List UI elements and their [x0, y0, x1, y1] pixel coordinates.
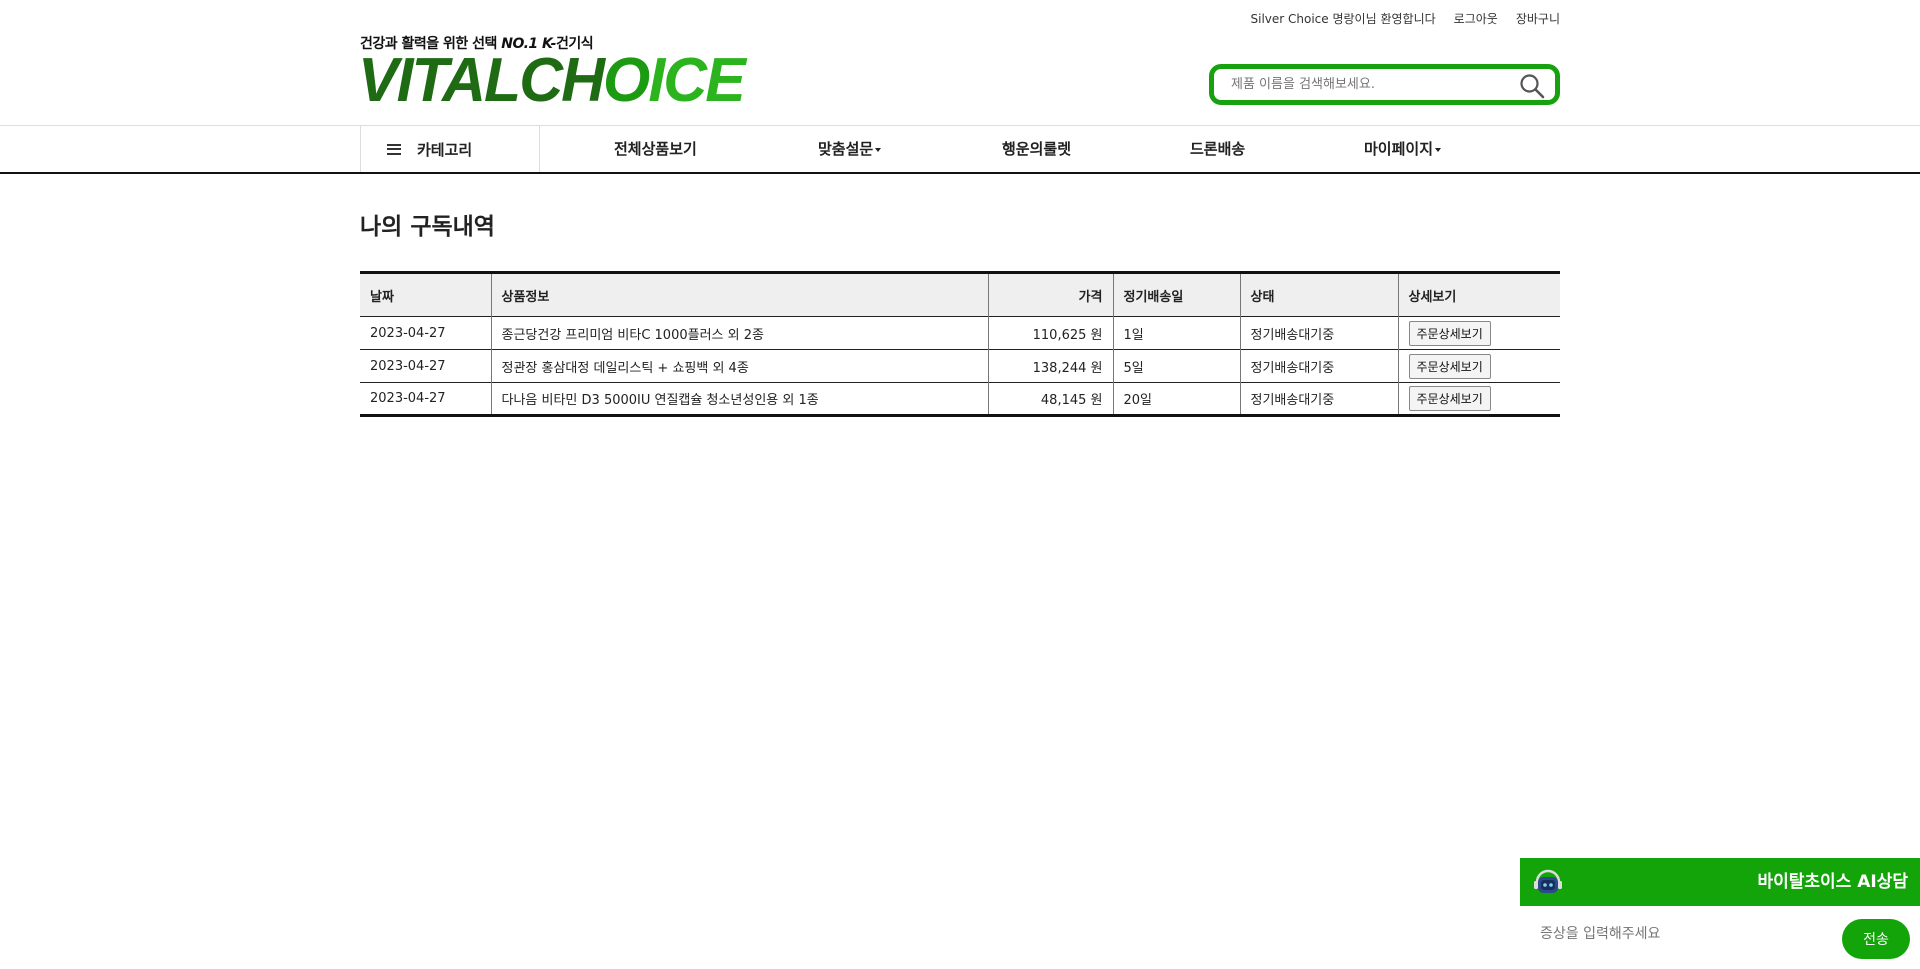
category-label: 카테고리 [417, 140, 473, 159]
search-box [1209, 64, 1560, 105]
subscription-table: 날짜 상품정보 가격 정기배송일 상태 상세보기 2023-04-27 종근당건… [360, 271, 1560, 417]
cell-delivery-day: 20일 [1113, 382, 1241, 416]
cell-delivery-day: 1일 [1113, 316, 1241, 350]
chatbot-icon [1534, 869, 1562, 893]
cell-status: 정기배송대기중 [1240, 349, 1399, 383]
category-button[interactable]: 카테고리 [360, 126, 540, 172]
chat-title: 바이탈초이스 AI상담 [1757, 872, 1908, 892]
order-detail-button[interactable]: 주문상세보기 [1408, 353, 1491, 379]
logo-leaf-o: O [603, 46, 650, 115]
header-delivery-day: 정기배송일 [1113, 272, 1241, 317]
nav-divider-bottom [0, 172, 1920, 174]
cell-product: 다나음 비타민 D3 5000IU 연질캡슐 청소년성인용 외 1종 [491, 382, 989, 416]
cell-date: 2023-04-27 [360, 316, 492, 350]
table-row: 2023-04-27 다나음 비타민 D3 5000IU 연질캡슐 청소년성인용… [360, 382, 1560, 416]
cell-date: 2023-04-27 [360, 349, 492, 383]
nav-roulette[interactable]: 행운의룰렛 [1002, 126, 1071, 172]
logout-link[interactable]: 로그아웃 [1454, 10, 1498, 27]
caret-down-icon [1435, 147, 1442, 152]
caret-down-icon [875, 147, 882, 152]
utility-links: Silver Choice 명랑이님 환영합니다 로그아웃 장바구니 [1251, 10, 1561, 27]
ai-chat-header[interactable]: 바이탈초이스 AI상담 [1520, 858, 1920, 906]
order-detail-button[interactable]: 주문상세보기 [1408, 386, 1491, 411]
header-price: 가격 [988, 272, 1114, 317]
main-nav: 카테고리 전체상품보기 맞춤설문 행운의룰렛 드론배송 마이페이지 [360, 126, 1560, 172]
cell-detail: 주문상세보기 [1398, 383, 1560, 416]
order-detail-button[interactable]: 주문상세보기 [1408, 320, 1491, 346]
cell-status: 정기배송대기중 [1240, 316, 1399, 350]
cell-date: 2023-04-27 [360, 382, 492, 416]
logo-part3: ICE [648, 46, 745, 115]
table-header-row: 날짜 상품정보 가격 정기배송일 상태 상세보기 [360, 272, 1560, 317]
nav-all-products[interactable]: 전체상품보기 [614, 126, 697, 172]
header-product: 상품정보 [491, 272, 989, 317]
table-row: 2023-04-27 종근당건강 프리미엄 비타C 1000플러스 외 2종 1… [360, 316, 1560, 350]
nav-survey[interactable]: 맞춤설문 [818, 126, 882, 172]
cell-detail: 주문상세보기 [1398, 350, 1560, 383]
logo[interactable]: VITALCHOICE [358, 50, 746, 112]
cell-price: 48,145 원 [988, 382, 1114, 416]
logo-part1: VITALCH [358, 46, 605, 115]
header-status: 상태 [1240, 272, 1399, 317]
cell-product: 종근당건강 프리미엄 비타C 1000플러스 외 2종 [491, 316, 989, 350]
cell-detail: 주문상세보기 [1398, 317, 1560, 350]
cell-delivery-day: 5일 [1113, 349, 1241, 383]
nav-drone-delivery[interactable]: 드론배송 [1190, 126, 1245, 172]
search-input[interactable] [1214, 77, 1504, 92]
cell-status: 정기배송대기중 [1240, 382, 1399, 416]
symptom-input[interactable] [1540, 926, 1820, 942]
page-title: 나의 구독내역 [360, 214, 495, 240]
table-row: 2023-04-27 정관장 홍삼대정 데일리스틱 + 쇼핑백 외 4종 138… [360, 349, 1560, 383]
cell-price: 110,625 원 [988, 316, 1114, 350]
cell-price: 138,244 원 [988, 349, 1114, 383]
header-detail: 상세보기 [1408, 289, 1457, 305]
welcome-text: Silver Choice 명랑이님 환영합니다 [1250, 12, 1436, 26]
cart-link[interactable]: 장바구니 [1516, 10, 1560, 27]
nav-mypage[interactable]: 마이페이지 [1364, 126, 1442, 172]
hamburger-icon [387, 143, 401, 155]
cell-product: 정관장 홍삼대정 데일리스틱 + 쇼핑백 외 4종 [491, 349, 989, 383]
search-icon[interactable] [1519, 73, 1545, 99]
header-date: 날짜 [360, 272, 492, 317]
send-button[interactable]: 전송 [1842, 919, 1910, 959]
